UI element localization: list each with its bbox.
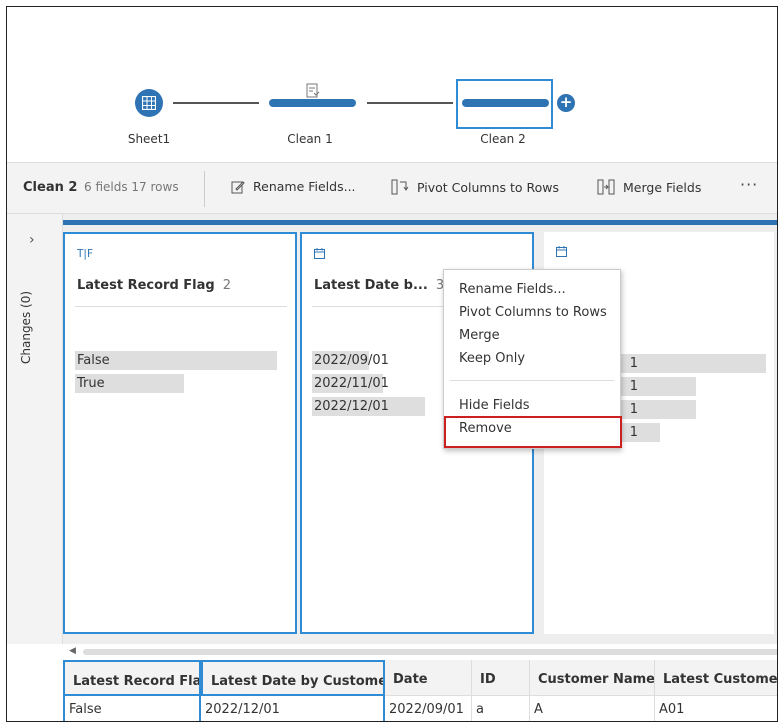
scroll-thumb[interactable] [83, 649, 777, 655]
step-toolbar: Clean 2 6 fields 17 rows Rename Fields..… [7, 162, 777, 214]
menu-divider [450, 380, 614, 381]
grid-cell[interactable]: A01 [655, 696, 777, 721]
field-context-menu: Rename Fields... Pivot Columns to Rows M… [443, 269, 622, 449]
menu-item-pivot-columns[interactable]: Pivot Columns to Rows [459, 305, 607, 320]
grid-header-latest-date[interactable]: Latest Date by Customer [201, 660, 385, 696]
profile-pane: T|F Latest Record Flag 2 False True Lates… [63, 214, 777, 644]
pivot-columns-button[interactable]: Pivot Columns to Rows [391, 179, 559, 195]
node-label-clean2: Clean 2 [480, 132, 526, 146]
boolean-type-icon: T|F [77, 248, 93, 260]
grid-cell[interactable]: A [530, 696, 655, 721]
clean2-step[interactable] [462, 99, 549, 107]
changes-panel: › Changes (0) [7, 214, 63, 644]
merge-fields-button[interactable]: Merge Fields [597, 179, 701, 195]
pivot-columns-label: Pivot Columns to Rows [417, 179, 560, 195]
clean-doc-icon [306, 83, 320, 99]
menu-item-rename-fields[interactable]: Rename Fields... [459, 282, 566, 297]
grid-cell[interactable]: a [472, 696, 530, 721]
grid-cell[interactable]: 2022/12/01 [201, 696, 385, 721]
toolbar-divider [204, 171, 205, 207]
rename-fields-label: Rename Fields... [253, 179, 356, 194]
data-grid: Latest Record Flag Latest Date by Custom… [63, 660, 777, 721]
grid-cell[interactable]: 2022/09/01 [385, 696, 472, 721]
grid-header-latest-customer[interactable]: Latest Customer I [655, 660, 777, 696]
rename-fields-button[interactable]: Rename Fields... [231, 179, 356, 194]
profile-header-strip [63, 220, 777, 225]
menu-item-keep-only[interactable]: Keep Only [459, 351, 525, 366]
field-title: Latest Record Flag 2 [77, 278, 231, 293]
pencil-icon [231, 180, 245, 193]
distinct-count: 2 [222, 278, 231, 293]
pivot-icon [391, 179, 409, 195]
calendar-icon [314, 248, 325, 262]
field-title: Latest Date b... 3 [314, 278, 445, 293]
flow-connector [173, 102, 259, 104]
flow-pane: Sheet1 Clean 1 + Clean 2 [7, 7, 777, 162]
add-step-button[interactable]: + [557, 94, 575, 112]
grid-header-id[interactable]: ID [472, 660, 530, 696]
step-meta: 6 fields 17 rows [84, 180, 179, 194]
grid-header-customer-name[interactable]: Customer Name [530, 660, 655, 696]
node-label-clean1: Clean 1 [287, 132, 333, 146]
table-icon[interactable] [135, 89, 163, 117]
calendar-icon [556, 246, 567, 260]
scroll-left-icon[interactable]: ◀ [69, 646, 76, 656]
merge-fields-label: Merge Fields [623, 179, 702, 195]
more-options-icon[interactable]: ··· [740, 175, 758, 194]
menu-item-hide-fields[interactable]: Hide Fields [459, 398, 530, 413]
merge-icon [597, 179, 615, 195]
grid-cell[interactable]: False [63, 696, 201, 721]
value-bar-true[interactable]: True [75, 374, 277, 393]
clean1-step[interactable] [269, 99, 356, 107]
profile-card-latest-record-flag[interactable]: T|F Latest Record Flag 2 False True [63, 232, 297, 634]
card-divider [75, 306, 287, 307]
value-bar-false[interactable]: False [75, 351, 277, 370]
menu-item-merge[interactable]: Merge [459, 328, 500, 343]
app-window: Sheet1 Clean 1 + Clean 2 Clean 2 6 field… [6, 6, 778, 722]
horizontal-scrollbar[interactable]: ◀ [63, 644, 777, 660]
expand-chevron-icon[interactable]: › [29, 232, 35, 248]
remove-highlight-box [444, 416, 622, 448]
node-label-sheet1: Sheet1 [127, 132, 171, 146]
flow-connector [367, 102, 453, 104]
grid-header-latest-record-flag[interactable]: Latest Record Flag [63, 660, 201, 696]
step-title: Clean 2 [23, 180, 78, 195]
grid-header-date[interactable]: Date [385, 660, 472, 696]
changes-label[interactable]: Changes (0) [19, 291, 33, 364]
